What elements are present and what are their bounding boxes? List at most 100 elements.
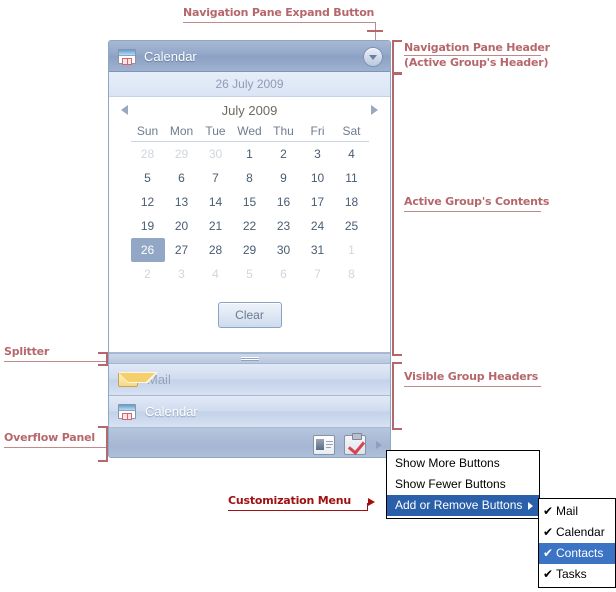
calendar-week-row: 26 27 28 29 30 31 1 (130, 238, 369, 262)
menu-item-label: Show More Buttons (395, 456, 500, 470)
calendar-day[interactable]: 7 (199, 166, 233, 190)
calendar-day[interactable]: 23 (267, 214, 301, 238)
calendar-day[interactable]: 4 (335, 142, 369, 167)
calendar-day[interactable]: 8 (335, 262, 369, 286)
weekday-header: Sat (334, 123, 369, 142)
calendar-day[interactable]: 30 (267, 238, 301, 262)
group-header-calendar[interactable]: Calendar (109, 396, 390, 428)
calendar-day[interactable]: 6 (267, 262, 301, 286)
add-remove-buttons-submenu: ✔ Mail ✔ Calendar ✔ Contacts ✔ Tasks (538, 498, 616, 588)
weekday-header: Thu (266, 123, 301, 142)
weekday-header: Tue (198, 123, 233, 142)
calendar-day[interactable]: 1 (335, 238, 369, 262)
calendar-day[interactable]: 27 (165, 238, 199, 262)
annotation-customization-menu: Customization Menu (228, 494, 352, 507)
overflow-panel (109, 428, 390, 457)
calendar-day[interactable]: 7 (301, 262, 335, 286)
calendar-day[interactable]: 10 (301, 166, 335, 190)
menu-item-label: Show Fewer Buttons (395, 477, 506, 491)
calendar-day[interactable]: 16 (267, 190, 301, 214)
annotation-underline-splitter (4, 361, 106, 362)
customization-menu: Show More Buttons Show Fewer Buttons Add… (386, 450, 540, 519)
annotation-active-group-contents: Active Group's Contents (404, 195, 550, 208)
annotation-bracket-splitter (98, 352, 108, 366)
annotation-underline-group-contents (404, 211, 541, 212)
annotation-underline-customization (228, 510, 368, 511)
calendar-day-selected[interactable]: 26 (130, 238, 165, 262)
annotation-bracket-group-headers (392, 362, 402, 430)
menu-item-label: Add or Remove Buttons (395, 498, 523, 512)
annotation-bracket-overflow (98, 426, 108, 462)
calendar-day[interactable]: 29 (165, 142, 199, 167)
calendar-day[interactable]: 29 (233, 238, 267, 262)
chevron-down-icon (369, 54, 377, 60)
submenu-item-calendar[interactable]: ✔ Calendar (539, 522, 615, 543)
triangle-right-icon[interactable] (376, 441, 382, 449)
navigation-pane-header[interactable]: Calendar (109, 41, 390, 72)
check-icon: ✔ (543, 504, 554, 518)
submenu-item-tasks[interactable]: ✔ Tasks (539, 564, 615, 585)
calendar-day[interactable]: 21 (199, 214, 233, 238)
calendar-body: 28 29 30 1 2 3 4 5 6 7 8 9 10 11 12 13 14 15 16 17 18 19 20 21 2… (130, 142, 369, 287)
navigation-pane-expand-button[interactable] (363, 47, 383, 67)
check-icon: ✔ (543, 546, 554, 560)
calendar-week-row: 2345678 (131, 262, 369, 286)
menu-item-add-or-remove-buttons[interactable]: Add or Remove Buttons (387, 495, 539, 516)
weekday-header: Wed (232, 123, 267, 142)
calendar-day[interactable]: 6 (165, 166, 199, 190)
clear-button[interactable]: Clear (217, 302, 282, 328)
submenu-item-mail[interactable]: ✔ Mail (539, 501, 615, 522)
month-label[interactable]: July 2009 (128, 103, 371, 118)
annotation-splitter: Splitter (4, 345, 50, 358)
calendar-weekday-row: Sun Mon Tue Wed Thu Fri Sat (130, 123, 369, 142)
annotation-overflow-panel: Overflow Panel (4, 431, 95, 444)
annotation-nav-pane-header-line2: (Active Group's Header) (404, 56, 549, 69)
submenu-item-label: Calendar (556, 525, 605, 539)
calendar-day[interactable]: 4 (199, 262, 233, 286)
calendar-day[interactable]: 15 (233, 190, 267, 214)
menu-item-show-fewer-buttons[interactable]: Show Fewer Buttons (387, 474, 539, 495)
calendar-day[interactable]: 24 (301, 214, 335, 238)
calendar-day[interactable]: 22 (233, 214, 267, 238)
calendar-day[interactable]: 5 (233, 262, 267, 286)
calendar-day[interactable]: 3 (165, 262, 199, 286)
calendar-icon (118, 48, 136, 65)
contacts-icon[interactable] (313, 435, 335, 455)
calendar-day[interactable]: 25 (335, 214, 369, 238)
calendar-grid: Sun Mon Tue Wed Thu Fri Sat 28 29 30 1 2 3 4 5 6… (130, 123, 369, 287)
calendar-day[interactable]: 5 (131, 166, 165, 190)
calendar-day[interactable]: 19 (131, 214, 165, 238)
calendar-day[interactable]: 9 (267, 166, 301, 190)
annotation-visible-group-headers: Visible Group Headers (404, 370, 539, 383)
calendar-day[interactable]: 12 (131, 190, 165, 214)
calendar-day[interactable]: 14 (199, 190, 233, 214)
calendar-week-row: 5 6 7 8 9 10 11 (131, 166, 369, 190)
calendar-day[interactable]: 2 (267, 142, 301, 167)
submenu-item-label: Tasks (556, 567, 587, 581)
annotation-nav-pane-header-line1: Navigation Pane Header (404, 41, 550, 54)
calendar-week-row: 12 13 14 15 16 17 18 (131, 190, 369, 214)
splitter[interactable] (109, 353, 390, 364)
calendar-day[interactable]: 3 (301, 142, 335, 167)
triangle-right-icon[interactable] (371, 105, 378, 115)
calendar-day[interactable]: 20 (165, 214, 199, 238)
calendar-day[interactable]: 2 (131, 262, 165, 286)
submenu-item-contacts[interactable]: ✔ Contacts (539, 543, 615, 564)
menu-item-show-more-buttons[interactable]: Show More Buttons (387, 453, 539, 474)
calendar-day[interactable]: 1 (233, 142, 267, 167)
calendar-day[interactable]: 11 (335, 166, 369, 190)
calendar-day[interactable]: 30 (199, 142, 233, 167)
group-header-mail[interactable]: Mail (109, 364, 390, 396)
group-header-label: Calendar (145, 404, 198, 419)
tasks-icon[interactable] (344, 433, 366, 455)
triangle-left-icon[interactable] (121, 105, 128, 115)
calendar-day[interactable]: 28 (199, 238, 233, 262)
annotation-arrow-customization (368, 498, 375, 506)
calendar-day[interactable]: 18 (335, 190, 369, 214)
calendar-day[interactable]: 31 (301, 238, 335, 262)
calendar-day[interactable]: 13 (165, 190, 199, 214)
calendar-day[interactable]: 28 (131, 142, 165, 167)
calendar-day[interactable]: 17 (301, 190, 335, 214)
calendar-day[interactable]: 8 (233, 166, 267, 190)
selected-date-label: 26 July 2009 (109, 72, 390, 97)
